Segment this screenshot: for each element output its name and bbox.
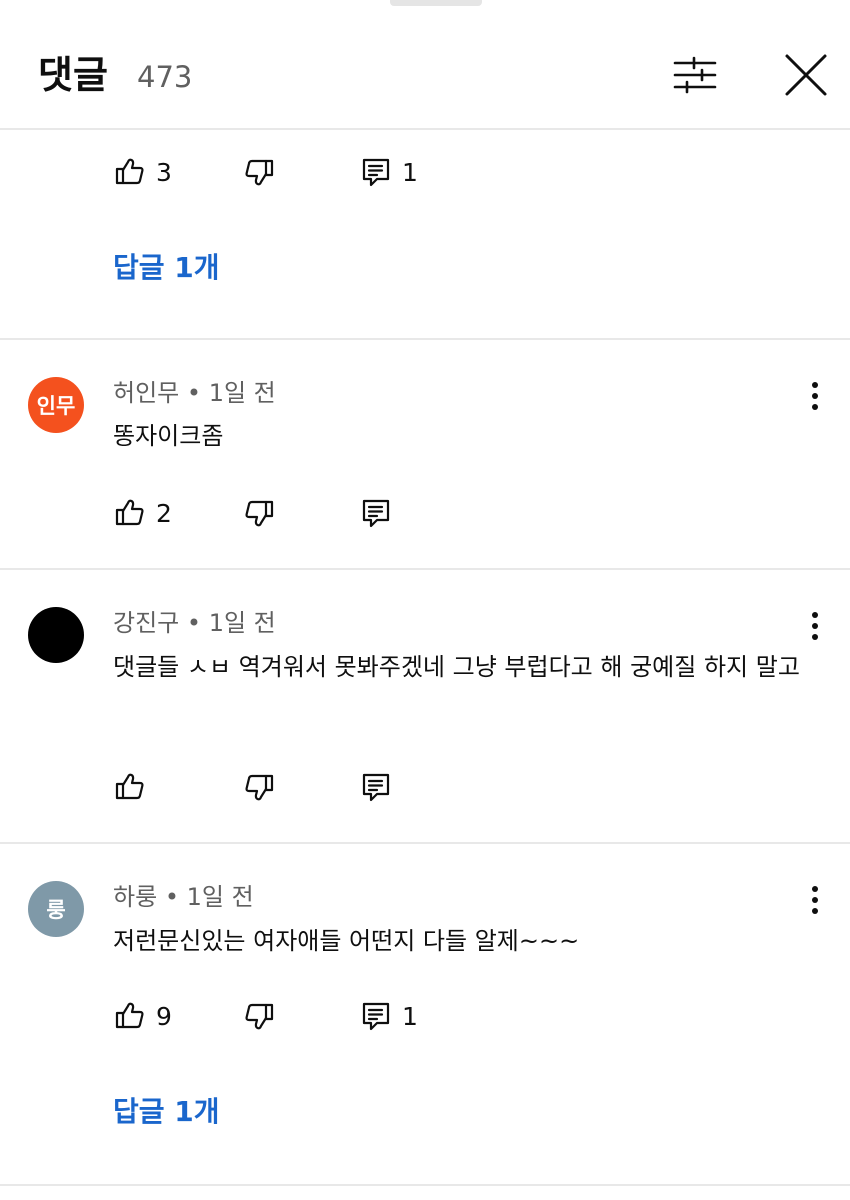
comment-actions [0,765,850,809]
view-replies-link[interactable]: 답글 1개 [113,250,220,286]
comment-text: 저런문신있는 여자애들 어떤지 다들 알제~~~ [113,927,580,955]
close-button[interactable] [776,45,836,105]
meta-separator: • [186,379,202,407]
like-button[interactable]: 9 [114,994,172,1038]
more-vert-icon [812,612,818,640]
page-title: 댓글 [38,53,108,97]
meta-separator: • [186,609,202,637]
comment-meta: 허인무 • 1일 전 [113,376,276,410]
filter-button[interactable] [665,45,725,105]
header-divider [0,128,850,130]
like-count: 2 [156,498,172,528]
comment-time: 1일 전 [208,609,276,637]
thumb-down-icon [245,1003,274,1030]
comment-text: 똥자이크좀 [113,422,224,450]
comment-actions: 3 1 [0,150,850,194]
comment-actions: 9 1 [0,994,850,1038]
like-button[interactable] [114,765,146,809]
reply-icon [362,499,390,528]
reply-icon [362,158,390,187]
reply-button[interactable] [360,765,392,809]
more-options-button[interactable] [800,606,830,646]
filter-icon [673,56,717,94]
comment-meta: 강진구 • 1일 전 [113,606,276,640]
author-name[interactable]: 강진구 [113,609,179,637]
more-vert-icon [812,886,818,914]
avatar[interactable] [28,607,84,663]
reply-count: 1 [402,157,418,187]
like-button[interactable]: 2 [114,491,172,535]
thumb-down-icon [245,159,274,186]
reply-button[interactable]: 1 [360,994,418,1038]
comment-actions: 2 [0,491,850,535]
dislike-button[interactable] [243,150,275,194]
dislike-button[interactable] [243,491,275,535]
thumb-up-icon [115,1002,144,1029]
more-vert-icon [812,382,818,410]
thumb-up-icon [115,499,144,526]
more-options-button[interactable] [800,880,830,920]
comment-divider [0,842,850,844]
comment-divider [0,568,850,570]
meta-separator: • [164,883,179,911]
comment-text: 댓글들 ㅅㅂ 역겨워서 못봐주겠네 그냥 부럽다고 해 궁예질 하지 말고 [113,653,800,681]
comments-header: 댓글 473 [0,0,850,130]
comment-time: 1일 전 [208,379,276,407]
view-replies-link[interactable]: 답글 1개 [113,1094,220,1130]
close-icon [785,54,827,96]
comment-time: 1일 전 [186,883,254,911]
avatar[interactable]: 인무 [28,377,84,433]
comment-meta: 하룽 • 1일 전 [113,880,254,914]
reply-button[interactable]: 1 [360,150,418,194]
like-button[interactable]: 3 [114,150,172,194]
author-name[interactable]: 허인무 [113,379,179,407]
more-options-button[interactable] [800,376,830,416]
thumb-up-icon [115,773,144,800]
reply-count: 1 [402,1001,418,1031]
reply-button[interactable] [360,491,392,535]
author-name[interactable]: 하룽 [113,883,157,911]
thumb-down-icon [245,500,274,527]
thumb-up-icon [115,158,144,185]
comment-divider [0,338,850,340]
reply-icon [362,1002,390,1031]
reply-icon [362,773,390,802]
dislike-button[interactable] [243,765,275,809]
avatar[interactable]: 룽 [28,881,84,937]
thumb-down-icon [245,774,274,801]
comment-divider [0,1184,850,1186]
comment-count: 473 [137,60,193,94]
like-count: 3 [156,157,172,187]
dislike-button[interactable] [243,994,275,1038]
like-count: 9 [156,1001,172,1031]
